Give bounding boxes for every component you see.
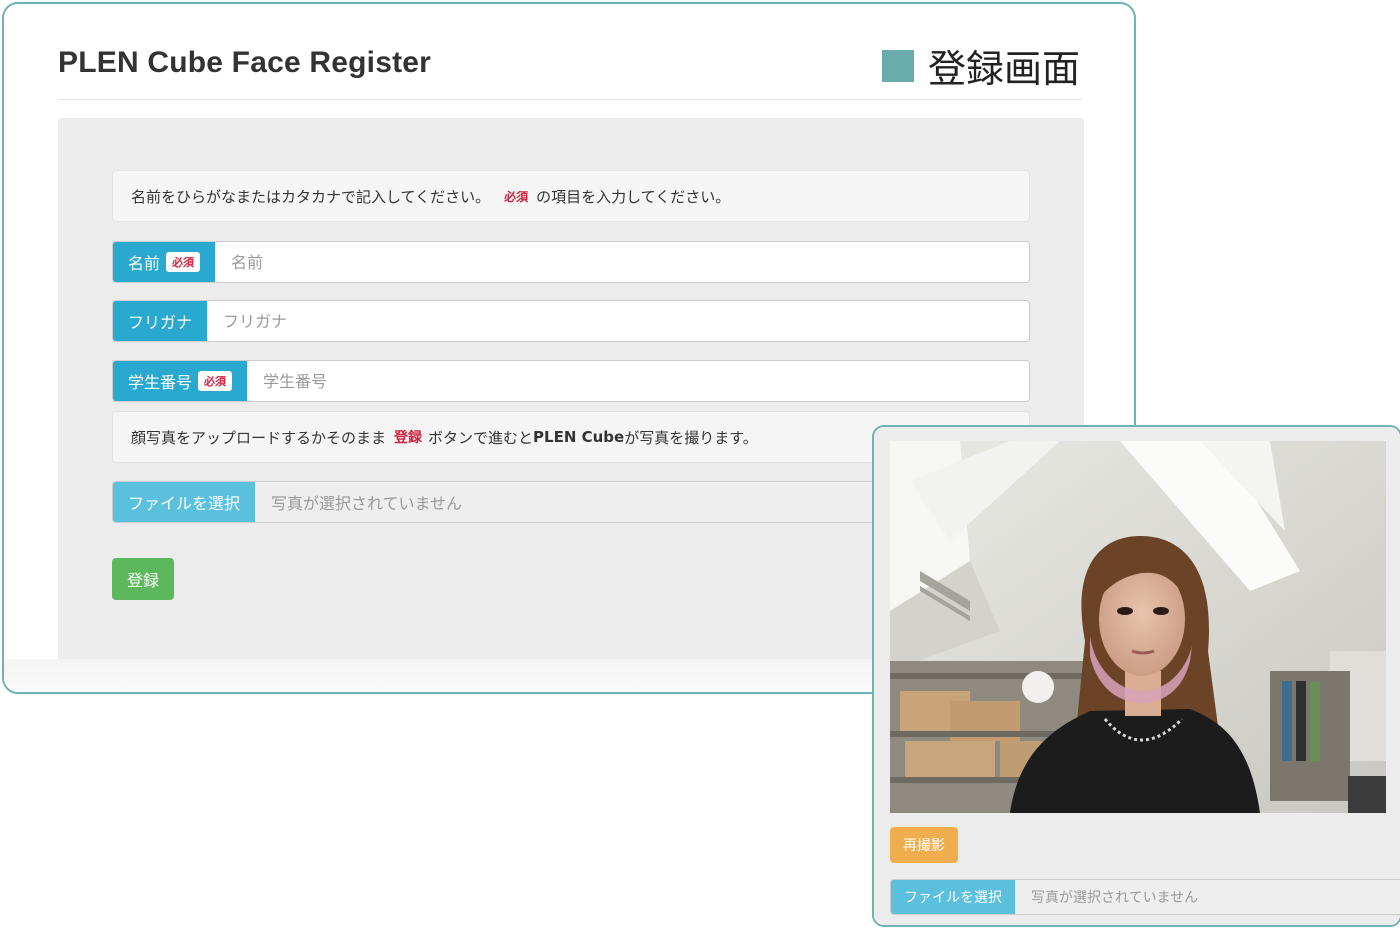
intro-text: 名前をひらがなまたはカタカナで記入してください。	[131, 187, 491, 206]
camera-file-select-button[interactable]: ファイルを選択	[891, 880, 1015, 914]
file-select-button[interactable]: ファイルを選択	[113, 482, 256, 522]
screen-label: 登録画面	[881, 38, 1080, 93]
camera-file-input-group: ファイルを選択 写真が選択されていません	[890, 879, 1400, 915]
furigana-label-text: フリガナ	[128, 313, 193, 332]
page-title: PLEN Cube Face Register	[58, 46, 432, 79]
photo-note-text: 顔写真をアップロードするかそのまま	[131, 428, 387, 447]
camera-panel: 再撮影 ファイルを選択 写真が選択されていません	[874, 427, 1400, 925]
title-divider	[58, 99, 1082, 100]
webcam-capture-image	[890, 441, 1386, 813]
furigana-input[interactable]	[207, 301, 1029, 341]
furigana-input-group: フリガナ	[112, 300, 1030, 342]
furigana-label: フリガナ	[113, 301, 208, 341]
retake-label: 再撮影	[903, 838, 945, 854]
teal-square-icon	[881, 49, 914, 82]
student-number-input-group: 学生番号 必須	[112, 360, 1030, 402]
intro-text-after: の項目を入力してください。	[536, 187, 731, 206]
camera-file-status: 写真が選択されていません	[1015, 880, 1400, 914]
screen-label-text: 登録画面	[927, 47, 1080, 91]
name-label-text: 名前	[128, 254, 161, 273]
required-badge: 必須	[198, 371, 233, 391]
camera-file-select-label: ファイルを選択	[904, 890, 1002, 906]
file-select-label: ファイルを選択	[128, 494, 241, 513]
register-ref-text: 登録	[394, 430, 423, 446]
camera-window: 再撮影 ファイルを選択 写真が選択されていません	[872, 425, 1400, 927]
student-number-input[interactable]	[247, 361, 1029, 401]
name-input[interactable]	[215, 242, 1029, 282]
student-number-label-text: 学生番号	[128, 373, 193, 392]
student-number-label: 学生番号 必須	[113, 361, 248, 401]
name-input-group: 名前 必須	[112, 241, 1030, 283]
intro-info-box: 名前をひらがなまたはカタカナで記入してください。 必須 の項目を入力してください…	[112, 170, 1030, 222]
required-tag: 必須	[504, 189, 529, 204]
plen-cube-text: PLEN Cube	[533, 428, 625, 446]
photo-note-middle: ボタンで進むと	[428, 428, 534, 447]
photo-note-after: が写真を撮ります。	[624, 428, 758, 447]
name-label: 名前 必須	[113, 242, 216, 282]
camera-photo	[890, 441, 1386, 813]
retake-button[interactable]: 再撮影	[890, 827, 958, 863]
register-button[interactable]: 登録	[112, 558, 175, 600]
required-badge: 必須	[166, 252, 201, 272]
